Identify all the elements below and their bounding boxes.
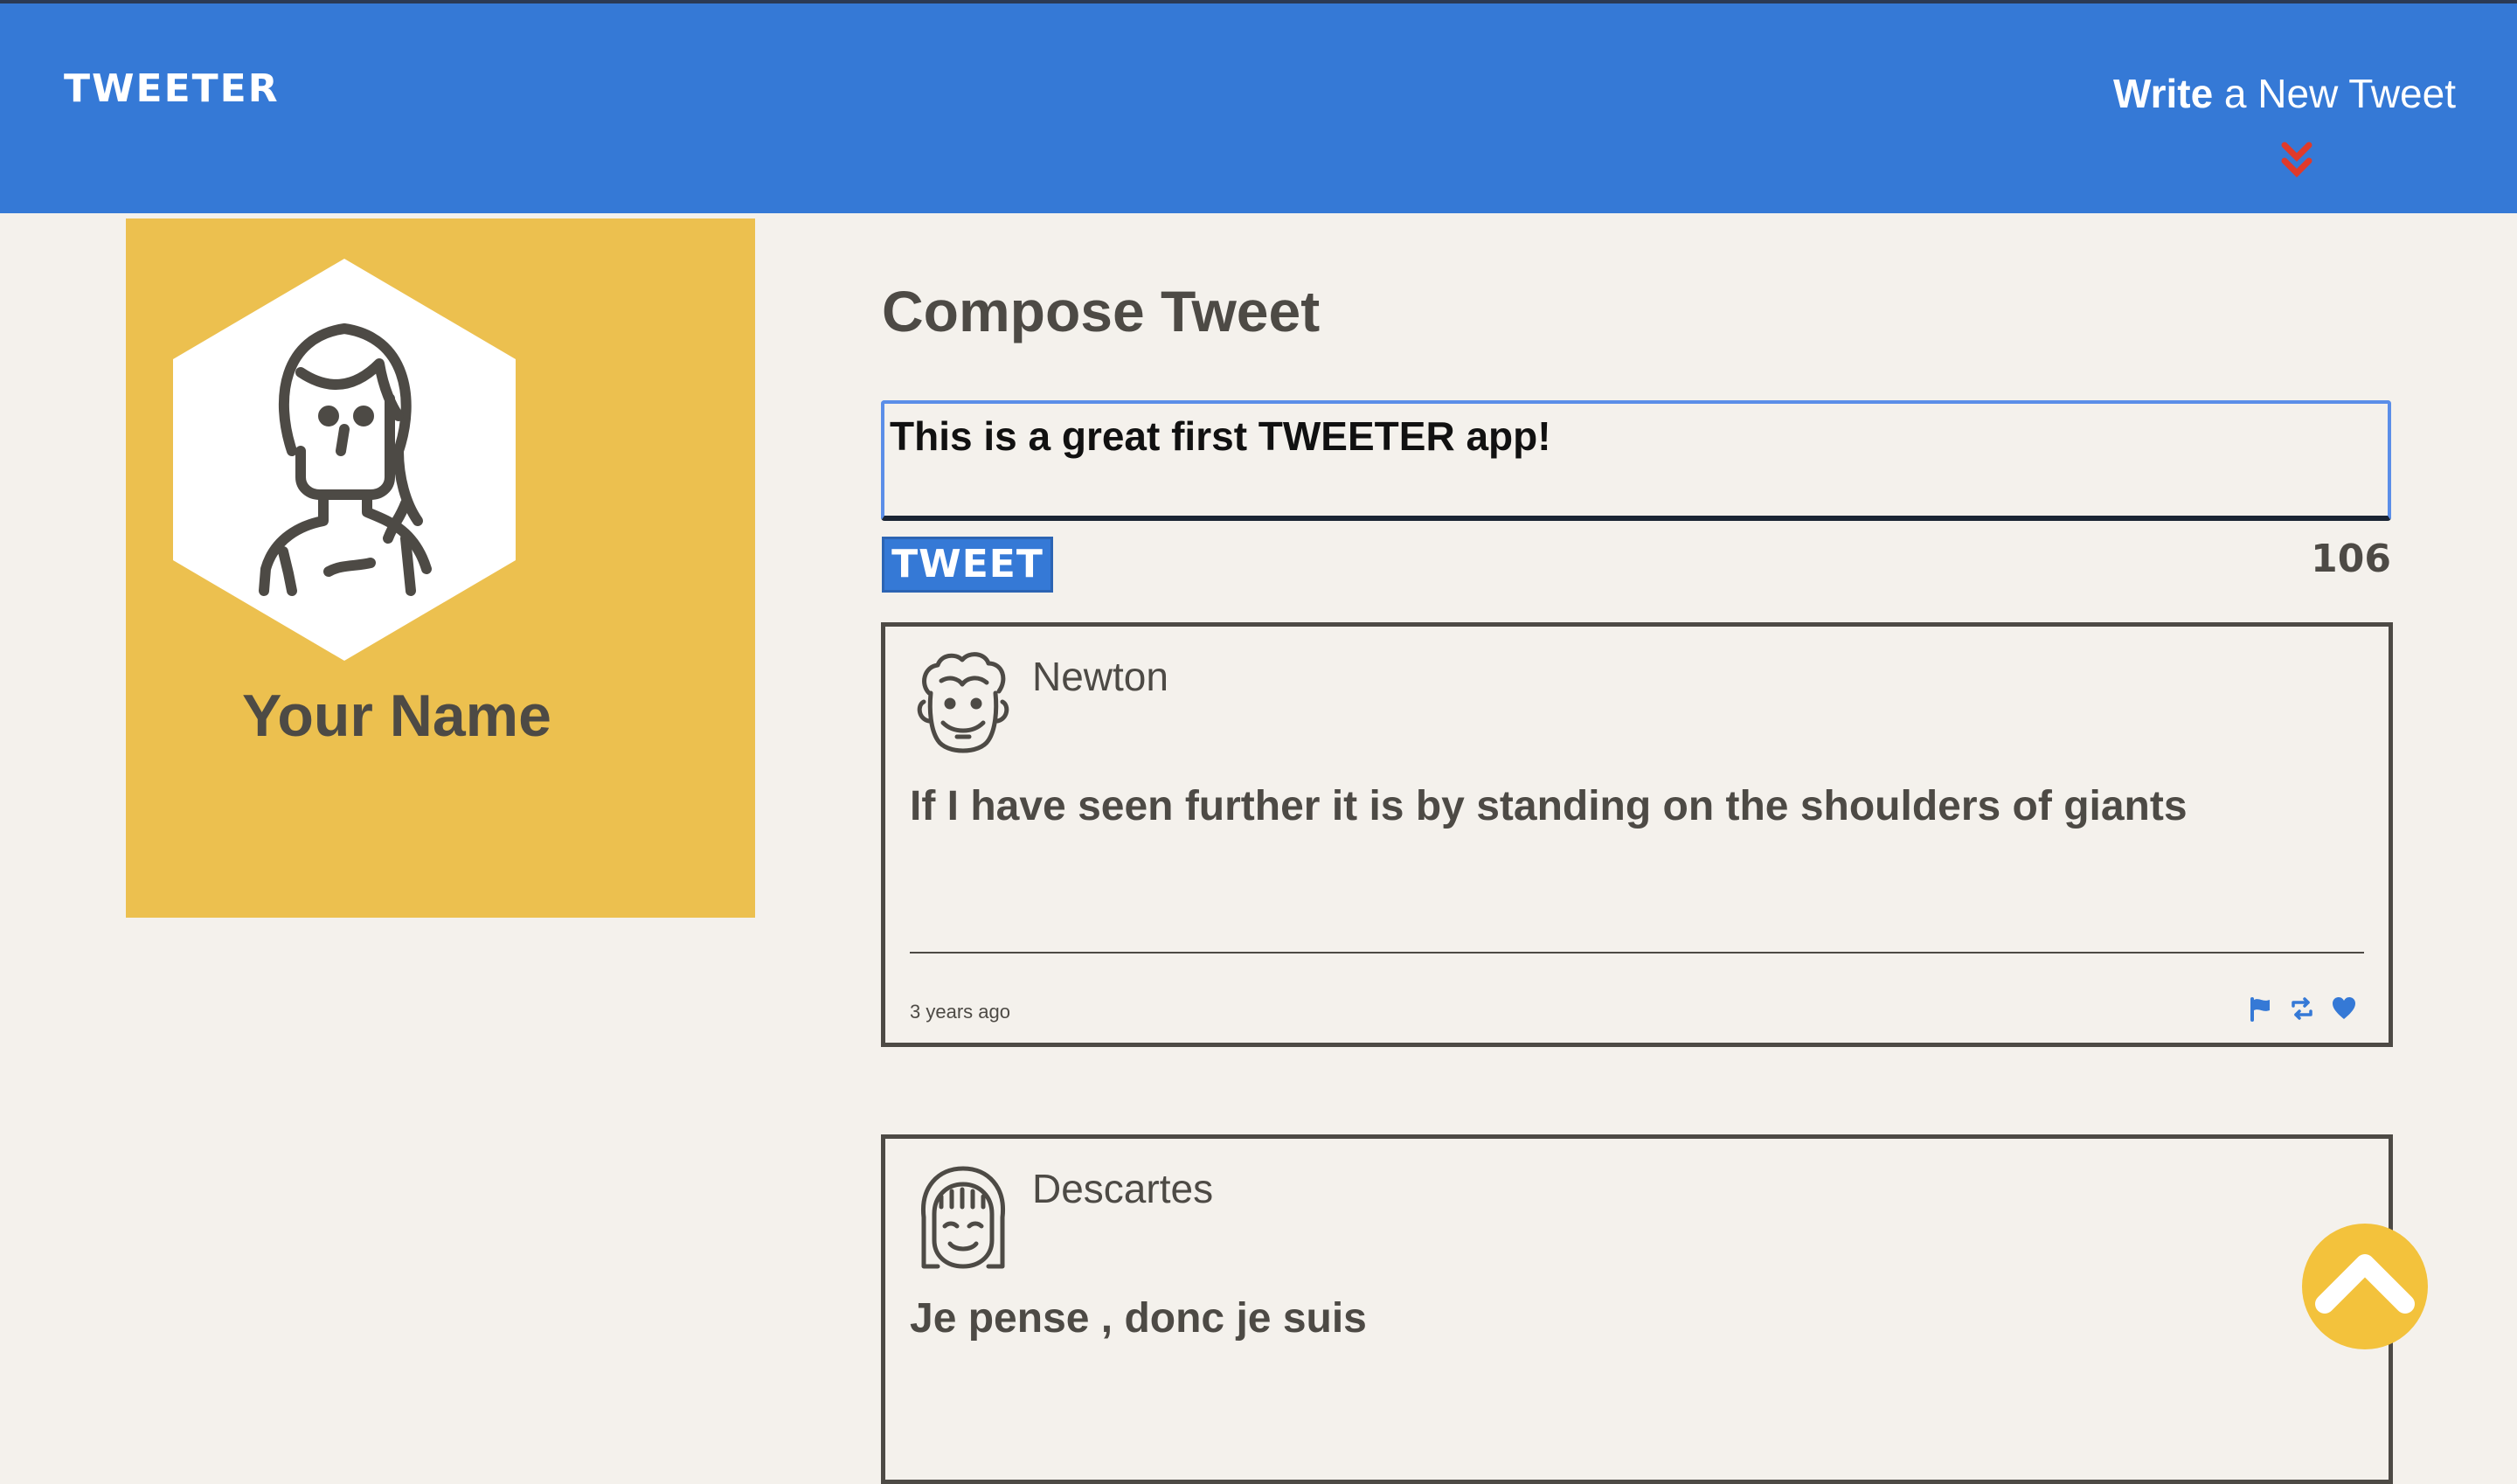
scroll-to-top-button[interactable]	[2302, 1224, 2428, 1349]
chevron-down-icon[interactable]	[2279, 140, 2314, 182]
flag-icon[interactable]	[2247, 995, 2273, 1022]
newton-avatar-icon	[917, 652, 1009, 753]
user-avatar-icon	[173, 259, 516, 661]
tweet-author: Newton	[1032, 654, 1168, 699]
profile-name: Your Name	[242, 683, 551, 749]
top-nav: TWEETER Write a New Tweet	[0, 0, 2517, 213]
tweet-card: Descartes Je pense , donc je suis	[881, 1134, 2393, 1484]
tweet-author: Descartes	[1032, 1166, 1214, 1211]
heart-icon[interactable]	[2331, 995, 2357, 1022]
profile-card: Your Name	[126, 218, 755, 918]
write-label-bold: Write	[2112, 71, 2214, 116]
descartes-avatar-icon	[921, 1166, 1005, 1269]
brand-logo[interactable]: TWEETER	[64, 66, 280, 111]
compose-title: Compose Tweet	[882, 279, 1321, 343]
tweet-content: If I have seen further it is by standing…	[910, 783, 2188, 829]
chevron-up-icon	[2315, 1254, 2415, 1314]
tweet-timestamp: 3 years ago	[910, 1001, 1010, 1023]
write-new-tweet-button[interactable]: Write a New Tweet	[2113, 70, 2456, 117]
tweet-actions	[2247, 995, 2357, 1022]
tweet-divider	[910, 952, 2364, 954]
tweet-button[interactable]: TWEET	[882, 537, 1053, 593]
character-counter: 106	[2311, 537, 2391, 581]
tweet-card: Newton If I have seen further it is by s…	[881, 622, 2393, 1047]
write-label-rest: a New Tweet	[2213, 71, 2456, 116]
retweet-icon[interactable]	[2289, 995, 2315, 1022]
compose-input[interactable]: This is a great first TWEETER app!	[881, 400, 2391, 521]
tweet-content: Je pense , donc je suis	[910, 1295, 1367, 1342]
